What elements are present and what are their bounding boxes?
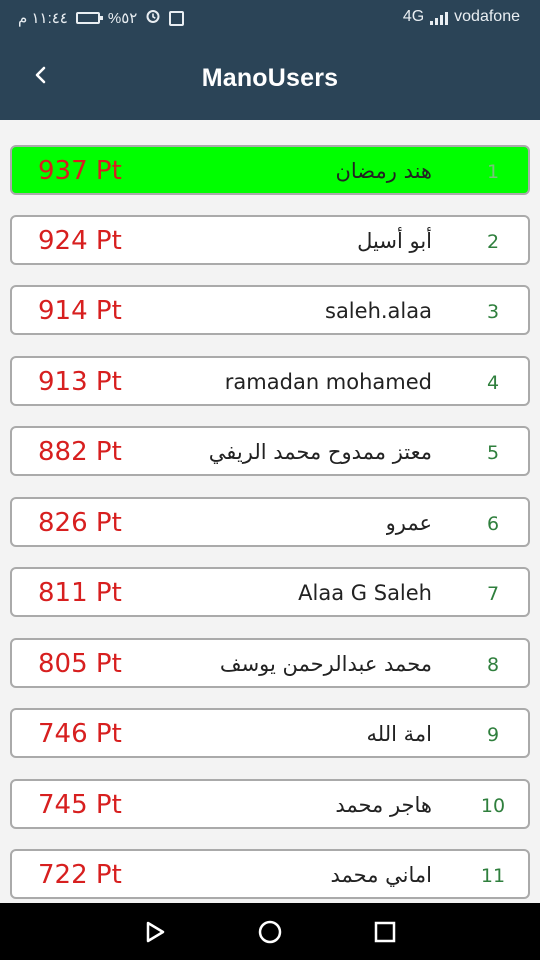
points-label: 811 Pt	[38, 578, 122, 608]
user-name: اماني محمد	[330, 863, 432, 887]
system-nav-bar	[0, 903, 540, 960]
leaderboard-list[interactable]: 937 Pt هند رمضان 1 924 Pt أبو أسيل 2 914…	[0, 120, 540, 903]
status-right: 4G vodafone	[403, 8, 520, 26]
rank-label: 9	[486, 724, 500, 746]
points-label: 826 Pt	[38, 508, 122, 538]
points-label: 746 Pt	[38, 719, 122, 749]
rank-label: 2	[486, 231, 500, 253]
signal-icon	[430, 9, 449, 25]
points-label: 914 Pt	[38, 296, 122, 326]
user-name: امة الله	[366, 722, 432, 746]
points-label: 913 Pt	[38, 367, 122, 397]
network-type-label: 4G	[402, 8, 425, 25]
user-name: Alaa G Saleh	[298, 581, 432, 605]
rank-label: 7	[486, 583, 500, 605]
leaderboard-row[interactable]: 805 Pt محمد عبدالرحمن يوسف 8	[10, 638, 530, 688]
app-bar: ManoUsers	[0, 36, 540, 120]
page-title: ManoUsers	[201, 64, 339, 92]
user-name: عمرو	[385, 511, 432, 535]
leaderboard-row[interactable]: 937 Pt هند رمضان 1	[10, 145, 530, 195]
leaderboard-row[interactable]: 924 Pt أبو أسيل 2	[10, 215, 530, 265]
rank-label: 10	[480, 795, 506, 817]
circle-home-icon[interactable]	[255, 917, 285, 947]
rank-label: 3	[486, 301, 500, 323]
home-nav-button[interactable]	[255, 917, 285, 947]
recents-nav-button[interactable]	[370, 917, 400, 947]
status-bar: ١١:٤٤ م %٥٢ 4G vodafone	[0, 0, 540, 36]
rank-label: 6	[486, 513, 500, 535]
battery-icon	[75, 12, 103, 24]
leaderboard-row[interactable]: 882 Pt معتز ممدوح محمد الريفي 5	[10, 426, 530, 476]
points-label: 745 Pt	[38, 790, 122, 820]
points-label: 937 Pt	[38, 156, 122, 186]
points-label: 805 Pt	[38, 649, 122, 679]
network-label: vodafone	[454, 8, 520, 25]
battery-label: %٥٢	[107, 10, 138, 27]
leaderboard-row[interactable]: 745 Pt هاجر محمد 10	[10, 779, 530, 829]
user-name: هند رمضان	[335, 159, 432, 183]
leaderboard-row[interactable]: 826 Pt عمرو 6	[10, 497, 530, 547]
leaderboard-row[interactable]: 914 Pt saleh.alaa 3	[10, 285, 530, 335]
user-name: معتز ممدوح محمد الريفي	[208, 440, 432, 464]
leaderboard-row[interactable]: 722 Pt اماني محمد 11	[10, 849, 530, 899]
back-nav-button[interactable]	[140, 917, 170, 947]
user-name: saleh.alaa	[325, 299, 432, 323]
points-label: 722 Pt	[38, 860, 122, 890]
user-name: هاجر محمد	[335, 793, 432, 817]
alarm-icon	[145, 8, 161, 28]
square-recents-icon[interactable]	[370, 917, 400, 947]
leaderboard-row[interactable]: 913 Pt ramadan mohamed 4	[10, 356, 530, 406]
leaderboard-row[interactable]: 811 Pt Alaa G Saleh 7	[10, 567, 530, 617]
points-label: 924 Pt	[38, 226, 122, 256]
user-name: أبو أسيل	[357, 229, 432, 253]
user-name: محمد عبدالرحمن يوسف	[219, 652, 432, 676]
rank-label: 4	[486, 372, 500, 394]
points-label: 882 Pt	[38, 437, 122, 467]
status-left: ١١:٤٤ م %٥٢	[18, 8, 185, 28]
leaderboard-row[interactable]: 746 Pt امة الله 9	[10, 708, 530, 758]
nfc-icon	[169, 10, 185, 26]
rank-label: 8	[486, 654, 500, 676]
triangle-back-icon[interactable]	[140, 917, 170, 947]
rank-label: 1	[486, 161, 500, 183]
clock-label: ١١:٤٤ م	[18, 10, 68, 27]
rank-label: 11	[480, 865, 506, 887]
user-name: ramadan mohamed	[224, 370, 432, 394]
rank-label: 5	[486, 442, 500, 464]
